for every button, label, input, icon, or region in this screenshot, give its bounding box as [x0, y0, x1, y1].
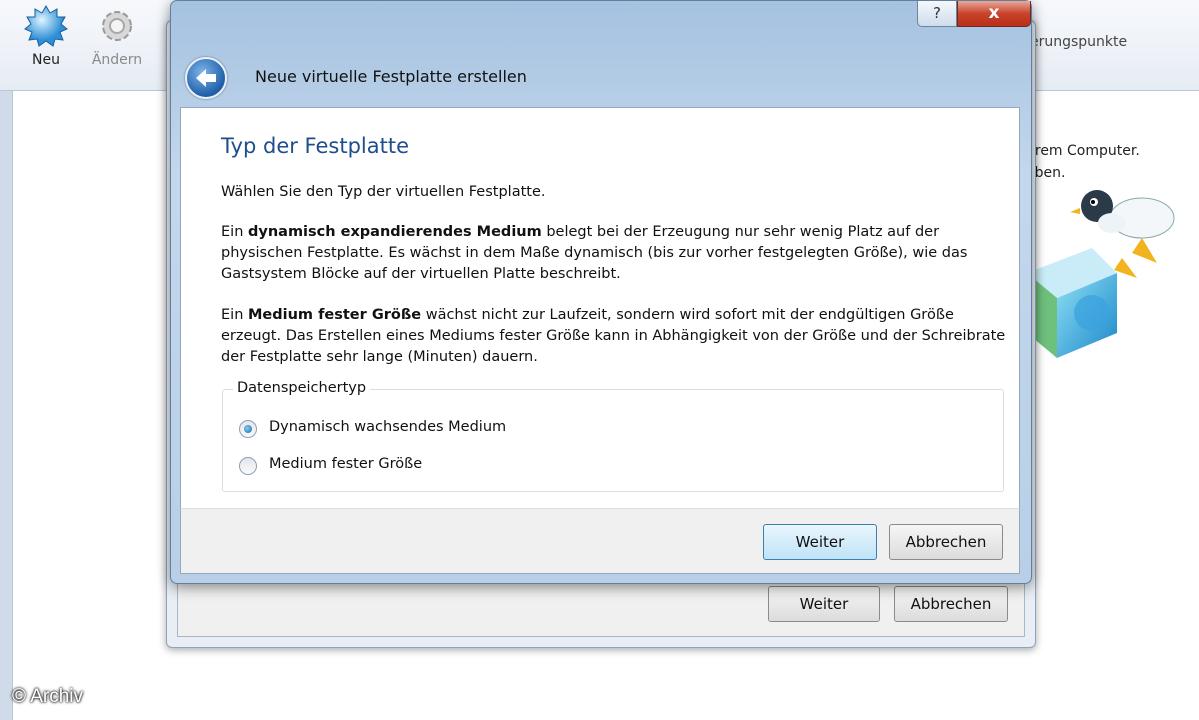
welcome-line-1: hrem Computer. [1026, 143, 1140, 159]
dynamic-description: Ein dynamisch expandierendes Medium bele… [221, 222, 1011, 285]
dialog-button-bar: Weiter Abbrechen [180, 508, 1020, 574]
new-label: Neu [32, 52, 60, 68]
wizard-page: Typ der Festplatte Wählen Sie den Typ de… [180, 107, 1020, 508]
intro-text: Wählen Sie den Typ der virtuellen Festpl… [221, 184, 546, 200]
storage-type-group: Datenspeichertyp Dynamisch wachsendes Me… [222, 380, 1004, 492]
para2-prefix: Ein [221, 307, 248, 323]
underlying-cancel-button[interactable]: Abbrechen [894, 586, 1008, 622]
dialog-title: Neue virtuelle Festplatte erstellen [255, 67, 527, 86]
page-heading: Typ der Festplatte [221, 134, 409, 158]
para2-bold: Medium fester Größe [248, 307, 422, 323]
next-button[interactable]: Weiter [763, 524, 877, 560]
underlying-next-button[interactable]: Weiter [768, 586, 880, 622]
back-arrow-icon[interactable] [185, 57, 227, 99]
para1-bold: dynamisch expandierendes Medium [248, 224, 542, 240]
new-icon [24, 4, 68, 47]
cancel-button[interactable]: Abbrechen [889, 524, 1003, 560]
change-button[interactable]: Ändern [87, 4, 147, 68]
gear-icon [102, 11, 132, 41]
change-label: Ändern [91, 52, 143, 68]
para1-prefix: Ein [221, 224, 248, 240]
copyright-watermark: © Archiv [12, 686, 84, 707]
new-button[interactable]: Neu [16, 4, 76, 68]
virtualbox-mascot-image [1027, 190, 1175, 358]
close-button[interactable]: x [957, 1, 1031, 27]
radio-dynamic-label[interactable]: Dynamisch wachsendes Medium [269, 419, 506, 435]
help-button[interactable]: ? [917, 1, 957, 27]
radio-fixed-indicator[interactable] [239, 457, 257, 475]
create-virtual-disk-dialog: ? x Neue virtuelle Festplatte erstellen … [170, 0, 1032, 584]
radio-fixed-label[interactable]: Medium fester Größe [269, 456, 422, 472]
storage-type-label: Datenspeichertyp [233, 380, 371, 396]
arrow-left-icon [196, 69, 216, 87]
snapshots-tab-label[interactable]: erungspunkte [1030, 34, 1127, 50]
radio-dynamic-indicator[interactable] [239, 420, 257, 438]
fixed-description: Ein Medium fester Größe wächst nicht zur… [221, 305, 1011, 368]
